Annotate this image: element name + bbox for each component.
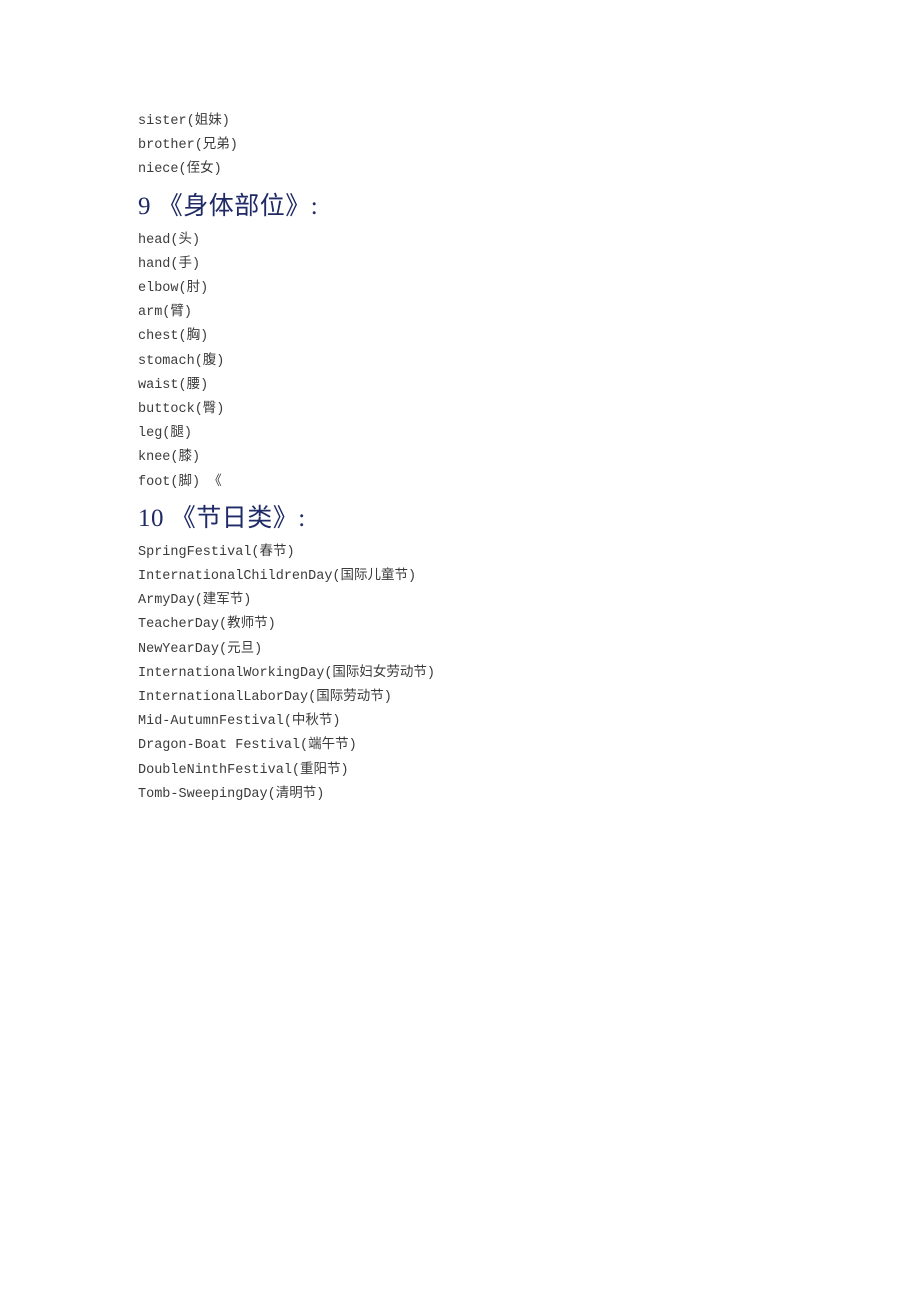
list-item: TeacherDay(教师节)	[138, 617, 276, 633]
list-item: buttock(臀)	[138, 402, 225, 418]
list-item: Mid-AutumnFestival(中秋节)	[138, 714, 341, 730]
list-item: leg(腿)	[138, 426, 193, 442]
list-item: Dragon-Boat Festival(端午节)	[138, 738, 357, 754]
section-9-vocab-list: head(头) hand(手) elbow(肘) arm(臂) chest(胸)…	[138, 229, 838, 495]
list-item: DoubleNinthFestival(重阳节)	[138, 762, 349, 778]
section-10: 10 《节日类》: SpringFestival(春节) Internation…	[138, 501, 838, 807]
intro-vocab-list: sister(姐妹) brother(兄弟) niece(侄女)	[138, 110, 838, 183]
list-item: SpringFestival(春节)	[138, 544, 295, 560]
document-page: sister(姐妹) brother(兄弟) niece(侄女) 9 《身体部位…	[0, 0, 920, 1302]
list-item: Tomb-SweepingDay(清明节)	[138, 786, 325, 802]
list-item: head(头)	[138, 232, 201, 248]
list-item: InternationalLaborDay(国际劳动节)	[138, 690, 392, 706]
list-item: InternationalChildrenDay(国际儿童节)	[138, 569, 417, 585]
list-item: arm(臂)	[138, 305, 193, 321]
document-content: sister(姐妹) brother(兄弟) niece(侄女) 9 《身体部位…	[138, 110, 838, 807]
list-item: brother(兄弟)	[138, 138, 238, 154]
list-item: ArmyDay(建军节)	[138, 593, 252, 609]
list-item: niece(侄女)	[138, 162, 222, 178]
section-10-heading: 10 《节日类》:	[138, 504, 306, 532]
list-item: sister(姐妹)	[138, 114, 230, 129]
list-item: waist(腰)	[138, 377, 209, 393]
list-item: InternationalWorkingDay(国际妇女劳动节)	[138, 665, 436, 681]
list-item: NewYearDay(元旦)	[138, 641, 263, 657]
section-9: 9 《身体部位》: head(头) hand(手) elbow(肘) arm(臂…	[138, 189, 838, 495]
section-9-heading: 9 《身体部位》:	[138, 192, 319, 220]
section-10-vocab-list: SpringFestival(春节) InternationalChildren…	[138, 541, 838, 807]
list-item: chest(胸)	[138, 329, 209, 345]
list-item: elbow(肘)	[138, 281, 209, 297]
list-item: knee(膝)	[138, 450, 201, 466]
list-item: hand(手)	[138, 256, 201, 272]
list-item: stomach(腹)	[138, 353, 225, 369]
list-item: foot(脚) 《	[138, 474, 222, 490]
